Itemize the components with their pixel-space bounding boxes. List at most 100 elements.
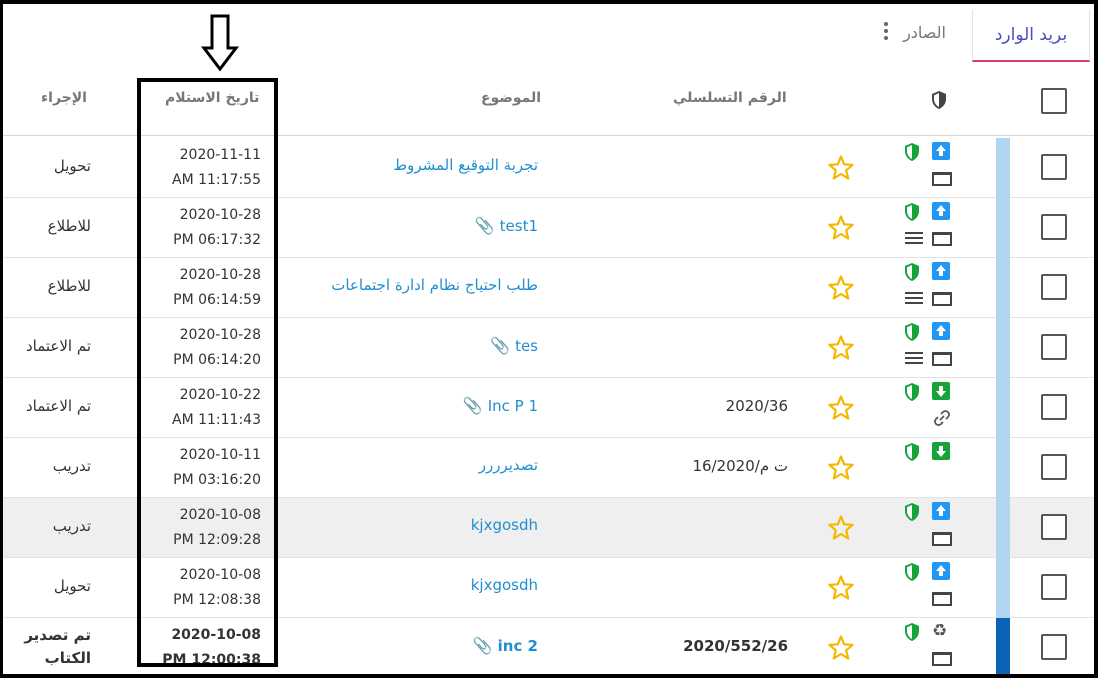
row-subject-text: test1 xyxy=(499,216,538,235)
arrow-down-icon xyxy=(932,442,950,460)
screen-icon xyxy=(932,172,952,186)
star-icon[interactable] xyxy=(827,574,855,602)
attachment-icon: 📎 xyxy=(490,336,511,355)
row-action: تدريب xyxy=(52,517,91,535)
row-subject-text: تجربة التوقيع المشروط xyxy=(393,156,538,174)
shield-icon xyxy=(903,442,921,462)
more-options-icon[interactable] xyxy=(883,20,889,44)
row-icons xyxy=(900,380,952,436)
menu-lines-icon xyxy=(905,292,923,306)
screen-icon xyxy=(932,532,952,546)
row-subject-text: تصديرررر xyxy=(478,456,538,474)
attachment-icon: 📎 xyxy=(472,636,493,655)
row-action: تدريب xyxy=(52,457,91,475)
arrow-down-icon xyxy=(932,382,950,400)
down-arrow-annotation-icon xyxy=(201,14,239,72)
row-status-bar xyxy=(996,498,1010,558)
row-icons xyxy=(900,140,952,196)
recycle-icon: ♻ xyxy=(932,621,948,641)
screen-icon xyxy=(932,592,952,606)
row-status-bar xyxy=(996,558,1010,618)
row-subject-link[interactable]: 📎kjxgosdh xyxy=(471,516,538,534)
arrow-up-icon xyxy=(932,322,950,340)
shield-icon xyxy=(903,322,921,342)
star-icon[interactable] xyxy=(827,154,855,182)
star-icon[interactable] xyxy=(827,634,855,662)
row-icons: ♻ xyxy=(900,620,952,674)
row-status-bar xyxy=(996,198,1010,258)
arrow-up-icon xyxy=(932,202,950,220)
tab-outbox-label: الصادر xyxy=(903,22,946,42)
row-subject-link[interactable]: 📎 inc 2 xyxy=(473,636,538,655)
row-subject-link[interactable]: 📎طلب احتياج نظام ادارة اجتماعات xyxy=(331,276,538,294)
row-subject-link[interactable]: 📎تجربة التوقيع المشروط xyxy=(393,156,538,174)
row-checkbox[interactable] xyxy=(1041,334,1067,360)
row-status-bar xyxy=(996,618,1010,674)
inbox-window: بريد الوارد الصادر الإجراء تاريخ الاستلا… xyxy=(0,0,1098,678)
select-all-checkbox[interactable] xyxy=(1041,88,1067,114)
row-status-bar xyxy=(996,258,1010,318)
row-subject-link[interactable]: 📎تصديرررر xyxy=(479,456,538,474)
screen-icon xyxy=(932,352,952,366)
header-serial[interactable]: الرقم التسلسلي xyxy=(673,90,787,106)
arrow-up-icon xyxy=(932,562,950,580)
shield-icon xyxy=(903,142,921,162)
menu-lines-icon xyxy=(905,232,923,246)
row-checkbox[interactable] xyxy=(1041,574,1067,600)
star-icon[interactable] xyxy=(827,394,855,422)
row-subject-link[interactable]: 📎kjxgosdh xyxy=(471,576,538,594)
tab-bar: بريد الوارد الصادر xyxy=(3,4,1094,64)
row-subject-link[interactable]: 📎 Inc P 1 xyxy=(463,396,538,415)
row-checkbox[interactable] xyxy=(1041,154,1067,180)
screen-icon xyxy=(932,292,952,306)
tab-inbox-label: بريد الوارد xyxy=(994,25,1068,45)
menu-lines-icon xyxy=(905,352,923,366)
star-icon[interactable] xyxy=(827,454,855,482)
row-subject-text: inc 2 xyxy=(497,636,538,655)
row-action: للاطلاع xyxy=(47,277,91,295)
row-subject-text: Inc P 1 xyxy=(487,396,538,415)
row-status-bar xyxy=(996,318,1010,378)
row-status-bar xyxy=(996,378,1010,438)
row-status-bar xyxy=(996,138,1010,198)
row-checkbox[interactable] xyxy=(1041,274,1067,300)
row-subject-link[interactable]: 📎 test1 xyxy=(475,216,538,235)
shield-icon xyxy=(903,382,921,402)
row-checkbox[interactable] xyxy=(1041,634,1067,660)
header-action[interactable]: الإجراء xyxy=(41,90,87,106)
arrow-up-icon xyxy=(932,502,950,520)
row-subject-text: tes xyxy=(515,336,538,355)
arrow-up-icon xyxy=(932,262,950,280)
row-checkbox[interactable] xyxy=(1041,454,1067,480)
row-action: تم الاعتماد xyxy=(25,397,91,415)
star-icon[interactable] xyxy=(827,274,855,302)
row-icons xyxy=(900,500,952,556)
row-action: للاطلاع xyxy=(47,217,91,235)
row-checkbox[interactable] xyxy=(1041,514,1067,540)
row-subject-text: طلب احتياج نظام ادارة اجتماعات xyxy=(331,276,538,294)
star-icon[interactable] xyxy=(827,514,855,542)
shield-icon xyxy=(903,502,921,522)
shield-icon xyxy=(903,562,921,582)
attachment-icon: 📎 xyxy=(474,216,495,235)
star-icon[interactable] xyxy=(827,334,855,362)
tab-inbox[interactable]: بريد الوارد xyxy=(972,10,1090,62)
shield-icon xyxy=(903,622,921,642)
header-subject[interactable]: الموضوع xyxy=(481,90,541,106)
tab-outbox[interactable]: الصادر xyxy=(903,10,946,54)
row-subject-text: kjxgosdh xyxy=(470,576,538,594)
date-column-highlight xyxy=(137,78,278,667)
row-action: تحويل xyxy=(53,577,91,595)
screen-icon xyxy=(932,652,952,666)
row-checkbox[interactable] xyxy=(1041,394,1067,420)
row-checkbox[interactable] xyxy=(1041,214,1067,240)
row-icons xyxy=(900,260,952,316)
screen-icon xyxy=(932,232,952,246)
arrow-up-icon xyxy=(932,142,950,160)
row-subject-link[interactable]: 📎 tes xyxy=(490,336,538,355)
row-serial: 2020/552/26 xyxy=(683,637,788,655)
star-icon[interactable] xyxy=(827,214,855,242)
shield-header-icon xyxy=(932,91,946,109)
row-status-bar xyxy=(996,438,1010,498)
row-icons xyxy=(900,560,952,616)
